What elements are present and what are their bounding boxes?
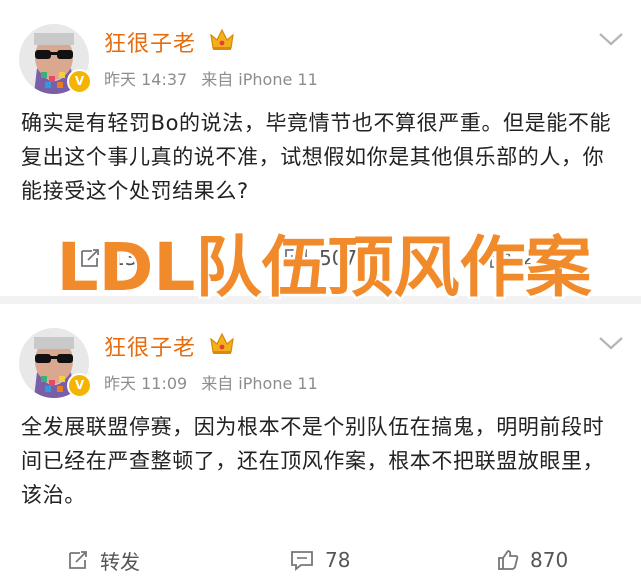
comment-button[interactable]: 78 <box>289 540 350 580</box>
repost-label: 转发 <box>100 549 140 574</box>
chevron-down-icon[interactable] <box>597 334 625 352</box>
crown-icon <box>210 332 234 354</box>
verified-badge-icon: V <box>67 69 92 94</box>
crown-icon <box>210 28 234 50</box>
post-text: 全发展联盟停赛，因为根本不是个别队伍在搞鬼，明明前段时间已经在严查整顿了，还在顶… <box>21 415 605 507</box>
weibo-screenshot: V 狂很子老 昨天 14:37 来自 iPhone 11 确实是有轻罚Bo的说法，… <box>0 0 641 584</box>
action-bar: 转发 78 870 <box>0 540 641 580</box>
like-button[interactable]: 870 <box>496 540 568 580</box>
post-text: 确实是有轻罚Bo的说法，毕竟情节也不算很严重。但是能不能复出这个事儿真的说不准，… <box>21 111 612 203</box>
thumbs-up-icon <box>498 550 519 570</box>
post-meta: 昨天 11:09 来自 iPhone 11 <box>104 370 318 394</box>
post-time: 昨天 11:09 <box>104 374 188 393</box>
overlay-title-text: LDL队伍顶风作案 <box>57 229 593 306</box>
like-count: 870 <box>530 548 569 572</box>
post-source: 来自 iPhone 11 <box>201 70 318 89</box>
post-meta: 昨天 14:37 来自 iPhone 11 <box>104 66 318 90</box>
username[interactable]: 狂很子老 <box>104 26 196 58</box>
post-card: V 狂很子老 昨天 11:09 来自 iPhone 11 全发展联盟停赛，因为根本… <box>0 304 641 584</box>
verified-badge-icon: V <box>67 373 92 398</box>
username[interactable]: 狂很子老 <box>104 330 196 362</box>
post-source: 来自 iPhone 11 <box>201 374 318 393</box>
repost-icon <box>69 551 87 569</box>
chevron-down-icon[interactable] <box>597 30 625 48</box>
post-time: 昨天 14:37 <box>104 70 188 89</box>
repost-button[interactable]: 转发 <box>66 540 140 580</box>
overlay-caption: LDL队伍顶风作案 <box>54 228 595 308</box>
comment-count: 78 <box>325 548 351 572</box>
comment-icon <box>291 551 313 571</box>
